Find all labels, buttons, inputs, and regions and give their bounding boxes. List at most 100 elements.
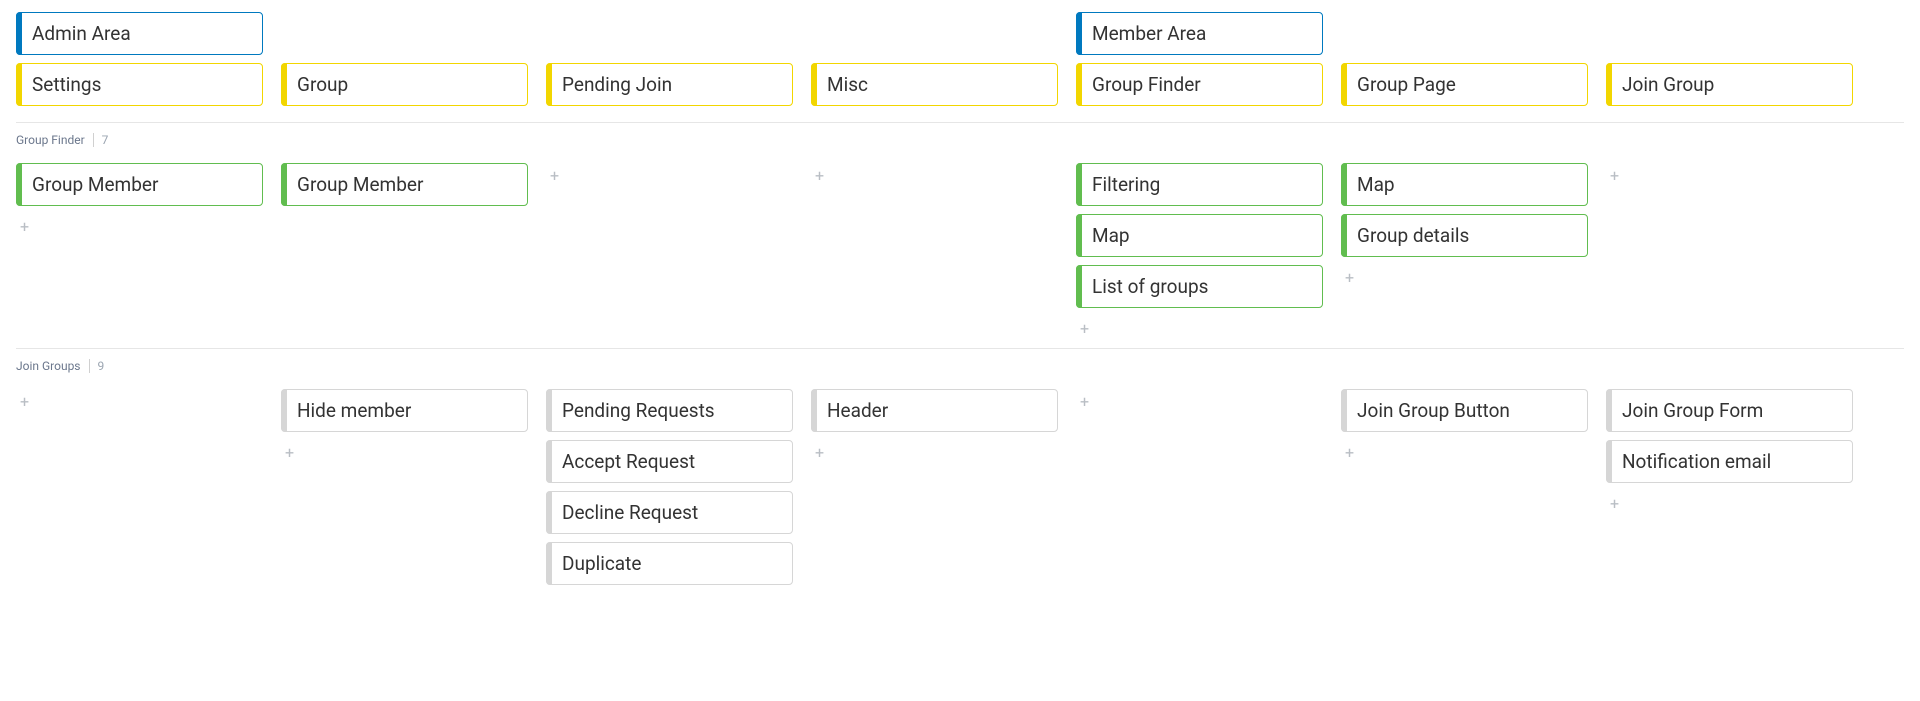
card-edge (546, 542, 552, 585)
card-label: Misc (827, 73, 868, 96)
card[interactable]: Group details (1341, 214, 1588, 257)
card-edge (1076, 214, 1082, 257)
card[interactable]: Group Page (1341, 63, 1588, 106)
add-card-button[interactable] (811, 440, 1058, 464)
add-card-button[interactable] (811, 163, 1058, 187)
top-columns: Admin Area Settings Group Pending Join Misc M… (16, 12, 1904, 114)
add-card-button[interactable] (16, 389, 263, 413)
section-count: 9 (89, 359, 105, 373)
card[interactable]: Group Finder (1076, 63, 1323, 106)
card-edge (811, 63, 817, 106)
card-label: Map (1357, 173, 1395, 196)
card-edge (811, 389, 817, 432)
card[interactable]: Settings (16, 63, 263, 106)
add-card-button[interactable] (16, 214, 263, 238)
card[interactable]: Pending Requests (546, 389, 793, 432)
column: Group Member (281, 163, 528, 214)
section-count: 7 (93, 133, 109, 147)
card[interactable]: Hide member (281, 389, 528, 432)
add-card-button[interactable] (1606, 491, 1853, 515)
section2-columns: Hide member Pending Requests Accept Reques… (16, 389, 1904, 593)
card-edge (1076, 63, 1082, 106)
add-card-button[interactable] (546, 163, 793, 187)
board: Admin Area Settings Group Pending Join Misc M… (0, 0, 1920, 617)
card[interactable]: Header (811, 389, 1058, 432)
card[interactable]: Admin Area (16, 12, 263, 55)
card-edge (546, 440, 552, 483)
add-card-button[interactable] (1341, 265, 1588, 289)
card[interactable]: Member Area (1076, 12, 1323, 55)
card-edge (281, 163, 287, 206)
column (811, 163, 1058, 187)
card[interactable]: Map (1076, 214, 1323, 257)
add-card-button[interactable] (1341, 440, 1588, 464)
card-edge (16, 12, 22, 55)
card[interactable]: Duplicate (546, 542, 793, 585)
card-edge (546, 389, 552, 432)
card[interactable]: Accept Request (546, 440, 793, 483)
card[interactable]: Filtering (1076, 163, 1323, 206)
card-label: Join Group Button (1357, 399, 1510, 422)
card-label: Group (297, 73, 348, 96)
section-header-group-finder[interactable]: Group Finder 7 (16, 123, 1904, 163)
card-label: Join Group Form (1622, 399, 1763, 422)
card-edge (546, 491, 552, 534)
card-edge (16, 163, 22, 206)
add-card-button[interactable] (281, 440, 528, 464)
section-title: Join Groups (16, 359, 81, 373)
card-edge (1076, 163, 1082, 206)
card[interactable]: Join Group Button (1341, 389, 1588, 432)
card-edge (1341, 214, 1347, 257)
card-edge (281, 63, 287, 106)
card-label: Group Finder (1092, 73, 1201, 96)
column (1606, 163, 1853, 187)
card-label: List of groups (1092, 275, 1208, 298)
card-edge (1341, 63, 1347, 106)
card-label: Notification email (1622, 450, 1771, 473)
card[interactable]: Join Group (1606, 63, 1853, 106)
column: Filtering Map List of groups (1076, 163, 1323, 340)
column: Admin Area Settings (16, 12, 263, 114)
card-edge (1341, 163, 1347, 206)
section1-columns: Group Member Group Member Filtering Map List… (16, 163, 1904, 340)
card[interactable]: List of groups (1076, 265, 1323, 308)
card[interactable]: Decline Request (546, 491, 793, 534)
card[interactable]: Misc (811, 63, 1058, 106)
column: Group Page (1341, 12, 1588, 114)
card-label: Filtering (1092, 173, 1160, 196)
column: Member Area Group Finder (1076, 12, 1323, 114)
card[interactable]: Group Member (281, 163, 528, 206)
card[interactable]: Join Group Form (1606, 389, 1853, 432)
card-edge (16, 63, 22, 106)
card-label: Duplicate (562, 552, 641, 575)
column: Join Group Form Notification email (1606, 389, 1853, 515)
add-card-button[interactable] (1076, 389, 1323, 413)
column: Hide member (281, 389, 528, 464)
card-label: Hide member (297, 399, 411, 422)
card-edge (1076, 265, 1082, 308)
card-edge (1606, 440, 1612, 483)
card[interactable]: Group Member (16, 163, 263, 206)
card[interactable]: Pending Join (546, 63, 793, 106)
card-label: Group details (1357, 224, 1469, 247)
card-edge (546, 63, 552, 106)
column: Group (281, 12, 528, 114)
card[interactable]: Map (1341, 163, 1588, 206)
card-edge (1076, 12, 1082, 55)
card-edge (1606, 63, 1612, 106)
add-card-button[interactable] (1606, 163, 1853, 187)
card[interactable]: Notification email (1606, 440, 1853, 483)
card-edge (1606, 389, 1612, 432)
card[interactable]: Group (281, 63, 528, 106)
card-edge (1341, 389, 1347, 432)
add-card-button[interactable] (1076, 316, 1323, 340)
section-header-join-groups[interactable]: Join Groups 9 (16, 349, 1904, 389)
card-label: Map (1092, 224, 1130, 247)
column: Pending Join (546, 12, 793, 114)
card-label: Member Area (1092, 22, 1206, 45)
card-label: Settings (32, 73, 101, 96)
column: Header (811, 389, 1058, 464)
card-label: Pending Requests (562, 399, 715, 422)
column (546, 163, 793, 187)
section-title: Group Finder (16, 133, 85, 147)
